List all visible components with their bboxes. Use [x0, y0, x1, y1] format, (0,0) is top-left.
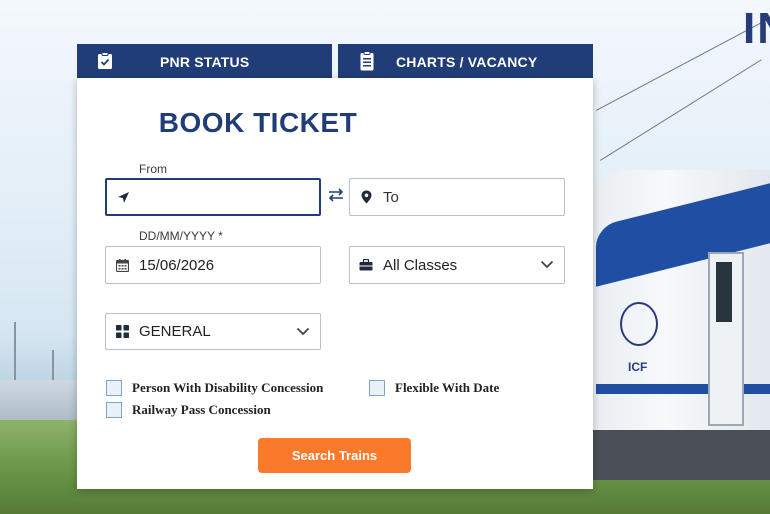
railway-logo	[620, 302, 658, 346]
brand-title-partial: IN	[743, 4, 770, 53]
checkbox-label: Railway Pass Concession	[132, 402, 271, 417]
train-undercarriage	[590, 430, 770, 480]
clipboard-check-icon	[96, 51, 114, 71]
location-arrow-icon	[116, 190, 130, 204]
date-label: DD/MM/YYYY *	[139, 229, 223, 243]
calendar-icon	[115, 258, 129, 272]
background-train	[0, 380, 80, 420]
quota-value: GENERAL	[139, 323, 211, 340]
tab-label: CHARTS / VACANCY	[396, 54, 538, 70]
train-marking: ICF	[628, 360, 648, 374]
grid-icon	[115, 325, 129, 339]
chevron-down-icon	[296, 324, 310, 343]
tab-label: PNR STATUS	[160, 54, 250, 70]
railway-pass-checkbox[interactable]	[106, 402, 122, 418]
swap-icon	[328, 188, 344, 202]
class-value: All Classes	[383, 256, 458, 274]
chart-sheet-icon	[358, 51, 376, 71]
flexible-date-option: Flexible With Date	[369, 380, 499, 396]
to-input[interactable]: To	[349, 178, 565, 216]
page-title: BOOK TICKET	[158, 107, 358, 138]
to-placeholder: To	[383, 188, 399, 206]
train-window	[716, 262, 732, 322]
checkbox-label: Person With Disability Concession	[132, 380, 324, 395]
chevron-down-icon	[540, 257, 554, 276]
date-value: 15/06/2026	[139, 256, 215, 274]
quota-select[interactable]: GENERAL	[105, 313, 321, 350]
search-trains-button[interactable]: Search Trains	[258, 438, 411, 473]
from-label: From	[139, 162, 167, 176]
flexible-date-checkbox[interactable]	[369, 380, 385, 396]
pwd-concession-checkbox[interactable]	[106, 380, 122, 396]
pwd-concession-option: Person With Disability Concession	[106, 380, 323, 396]
swap-stations-button[interactable]	[328, 188, 344, 202]
from-input[interactable]	[105, 178, 321, 216]
map-pin-icon	[359, 190, 373, 204]
checkbox-label: Flexible With Date	[395, 380, 500, 395]
briefcase-icon	[359, 258, 373, 272]
railway-pass-option: Railway Pass Concession	[106, 402, 271, 418]
journey-date-input[interactable]: 15/06/2026	[105, 246, 321, 284]
tab-pnr-status[interactable]: PNR STATUS	[77, 44, 332, 78]
class-select[interactable]: All Classes	[349, 246, 565, 284]
tab-charts-vacancy[interactable]: CHARTS / VACANCY	[338, 44, 593, 78]
